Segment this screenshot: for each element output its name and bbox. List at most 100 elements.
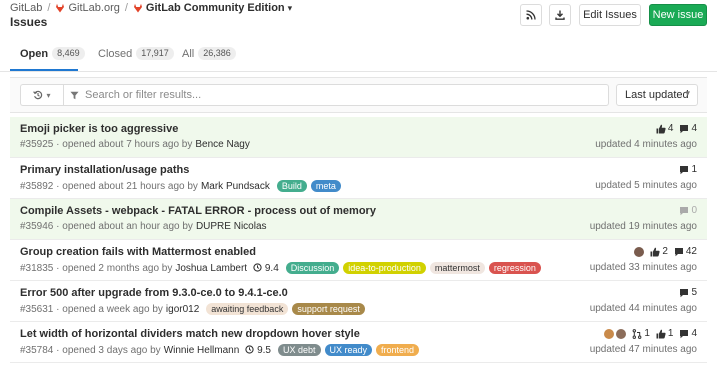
- merge-request-icon: [632, 328, 642, 339]
- label-badge[interactable]: UX debt: [277, 344, 321, 356]
- sort-dropdown[interactable]: Last updated ▾: [616, 84, 698, 106]
- comment-icon: [680, 329, 689, 338]
- comments[interactable]: 0: [679, 205, 697, 216]
- comments[interactable]: 4: [679, 328, 697, 339]
- issue-meta: #31835 · opened 2 months ago by Joshua L…: [20, 262, 541, 274]
- history-icon: [33, 90, 43, 100]
- issue-updated: updated 44 minutes ago: [589, 303, 697, 314]
- breadcrumb-group[interactable]: GitLab: [10, 2, 42, 14]
- rss-button[interactable]: [520, 4, 542, 26]
- issue-title[interactable]: Compile Assets - webpack - FATAL ERROR -…: [20, 205, 376, 217]
- comment-count: 4: [691, 328, 697, 339]
- top-header: GitLab / GitLab.org / GitLab Community E…: [0, 0, 717, 36]
- label-badge[interactable]: mattermost: [429, 262, 485, 274]
- issue-stats: 4 4: [650, 123, 697, 134]
- milestone[interactable]: 9.5: [245, 345, 271, 356]
- tab-closed[interactable]: Closed 17,917: [98, 47, 174, 60]
- issue-author[interactable]: Bence Nagy: [195, 139, 249, 150]
- issue-number: #35946: [20, 221, 54, 232]
- chevron-down-icon: ▾: [46, 90, 51, 100]
- comments[interactable]: 42: [674, 246, 697, 257]
- edit-issues-button[interactable]: Edit Issues: [579, 4, 641, 26]
- new-issue-button[interactable]: New issue: [649, 4, 707, 26]
- issue-row[interactable]: Compile Assets - webpack - FATAL ERROR -…: [10, 199, 707, 240]
- issue-row[interactable]: Group creation fails with Mattermost ena…: [10, 240, 707, 281]
- issue-title[interactable]: Primary installation/usage paths: [20, 164, 189, 176]
- issue-state-tabs: Open 8,469 Closed 17,917 All 26,386: [0, 36, 717, 72]
- issue-author[interactable]: Joshua Lambert: [175, 263, 247, 274]
- tab-label: Open: [20, 47, 49, 60]
- issue-stats: 5: [673, 287, 697, 298]
- issue-title[interactable]: Error 500 after upgrade from 9.3.0-ce.0 …: [20, 287, 288, 299]
- comment-icon: [680, 165, 689, 174]
- filter-bar: ▾ Last updated ▾: [10, 77, 707, 113]
- label-badge[interactable]: meta: [310, 180, 341, 192]
- milestone-title: 9.4: [264, 262, 279, 274]
- download-icon: [555, 10, 565, 20]
- thumbs-up-icon: [656, 124, 666, 133]
- issue-author[interactable]: Winnie Hellmann: [164, 345, 240, 356]
- search-filter-field[interactable]: [63, 84, 609, 106]
- breadcrumb: GitLab / GitLab.org / GitLab Community E…: [10, 2, 292, 14]
- issue-title[interactable]: Let width of horizontal dividers match n…: [20, 328, 360, 340]
- issue-row[interactable]: Let width of horizontal dividers match n…: [10, 322, 707, 363]
- breadcrumb-separator: /: [124, 2, 128, 14]
- milestone[interactable]: 9.4: [253, 263, 279, 274]
- tab-open[interactable]: Open 8,469: [20, 47, 85, 60]
- label-badge[interactable]: awaiting feedback: [206, 303, 289, 315]
- chevron-down-icon[interactable]: ▾: [288, 3, 293, 14]
- comments[interactable]: 1: [679, 164, 697, 175]
- issue-number: #35925: [20, 139, 54, 150]
- issue-opened-text: · opened a week ago by: [56, 303, 163, 315]
- comments[interactable]: 4: [679, 123, 697, 134]
- search-input[interactable]: [85, 89, 585, 101]
- label-badge[interactable]: idea-to-production: [343, 262, 426, 274]
- merge-requests[interactable]: 1: [632, 328, 650, 339]
- assignee-avatar[interactable]: [604, 328, 615, 339]
- comment-count: 4: [691, 123, 697, 134]
- assignee-avatar[interactable]: [634, 246, 645, 257]
- label-badge[interactable]: Build: [276, 180, 307, 192]
- gitlab-logo-icon: [133, 3, 142, 13]
- milestone-title: 9.5: [257, 344, 271, 356]
- issue-author[interactable]: DUPRE Nicolas: [196, 221, 267, 232]
- thumbs-up-icon: [656, 329, 666, 338]
- export-csv-button[interactable]: [549, 4, 571, 26]
- recent-searches-dropdown[interactable]: ▾: [20, 84, 63, 106]
- upvotes: 4: [656, 123, 673, 134]
- assignee-avatar[interactable]: [616, 328, 627, 339]
- issue-row[interactable]: Error 500 after upgrade from 9.3.0-ce.0 …: [10, 281, 707, 322]
- gitlab-logo-icon: [56, 3, 65, 13]
- issue-opened-text: · opened 3 days ago by: [56, 344, 161, 356]
- label-badge[interactable]: frontend: [376, 344, 420, 356]
- tab-all[interactable]: All 26,386: [182, 47, 236, 60]
- issue-opened-text: · opened about 21 hours ago by: [56, 180, 198, 192]
- label-badge[interactable]: support request: [292, 303, 365, 315]
- issue-author[interactable]: igor012: [166, 304, 199, 315]
- upvote-count: 2: [662, 246, 668, 257]
- label-badge[interactable]: Discussion: [285, 262, 340, 274]
- issue-row[interactable]: Emoji picker is too aggressive #35925 · …: [10, 117, 707, 158]
- breadcrumb-subgroup[interactable]: GitLab.org: [68, 2, 119, 14]
- sort-label: Last updated: [625, 89, 689, 101]
- issue-opened-text: · opened about 7 hours ago by: [56, 139, 193, 150]
- label-badge[interactable]: UX ready: [324, 344, 373, 356]
- active-tab-indicator: [10, 69, 78, 71]
- comments[interactable]: 5: [679, 287, 697, 298]
- issue-meta: #35892 · opened about 21 hours ago by Ma…: [20, 180, 341, 192]
- upvotes: 1: [656, 328, 673, 339]
- chevron-down-icon: ▾: [685, 88, 690, 98]
- issue-opened-text: · opened about an hour ago by: [56, 221, 193, 232]
- rss-icon: [526, 10, 536, 20]
- comment-count: 0: [691, 205, 697, 216]
- issue-title[interactable]: Emoji picker is too aggressive: [20, 123, 178, 135]
- comment-icon: [680, 288, 689, 297]
- breadcrumb-project[interactable]: GitLab Community Edition: [146, 2, 285, 14]
- clock-icon: [253, 262, 262, 272]
- comment-count: 1: [691, 164, 697, 175]
- label-badge[interactable]: regression: [488, 262, 541, 274]
- issue-title[interactable]: Group creation fails with Mattermost ena…: [20, 246, 256, 258]
- issue-stats: 0: [673, 205, 697, 216]
- issue-row[interactable]: Primary installation/usage paths #35892 …: [10, 158, 707, 199]
- issue-author[interactable]: Mark Pundsack: [201, 181, 270, 192]
